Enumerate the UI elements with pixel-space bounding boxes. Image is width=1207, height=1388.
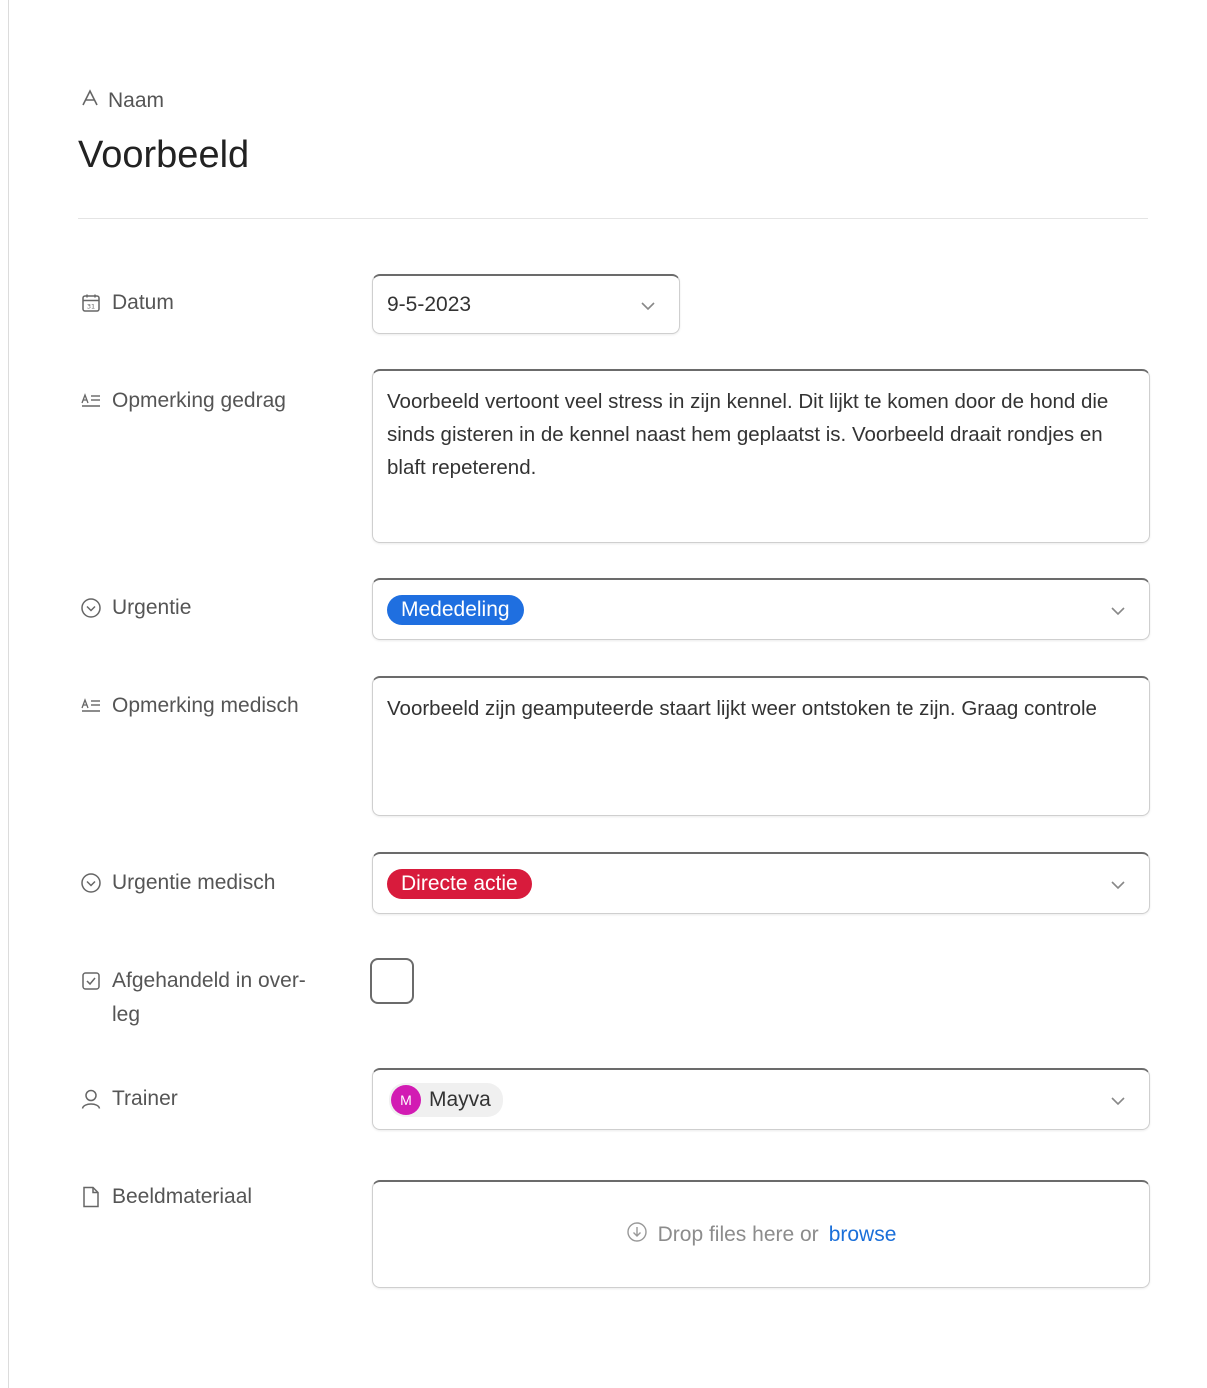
opmerking-gedrag-text: Voorbeeld vertoont veel stress in zijn k…: [387, 390, 1109, 479]
afgehandeld-label-line1: Afgehandeld in over-: [112, 969, 306, 992]
chevron-down-icon: [639, 299, 657, 317]
opmerking-medisch-label: Opmerking medisch: [80, 689, 299, 723]
chevron-down-icon: [1109, 878, 1127, 896]
chevron-down-icon: [1109, 1094, 1127, 1112]
single-select-icon: [80, 866, 102, 900]
dropzone-content: Drop files here or browse: [373, 1182, 1149, 1287]
urgentie-medisch-pill: Directe actie: [387, 868, 532, 899]
header-divider: [78, 218, 1148, 219]
opmerking-gedrag-textarea[interactable]: Voorbeeld vertoont veel stress in zijn k…: [372, 369, 1150, 543]
long-text-icon: [80, 689, 102, 723]
trainer-value-wrap: M Mayva: [389, 1070, 503, 1129]
opmerking-medisch-textarea[interactable]: Voorbeeld zijn geamputeerde staart lijkt…: [372, 676, 1150, 816]
urgentie-medisch-value-wrap: Directe actie: [387, 854, 532, 913]
avatar: M: [391, 1084, 421, 1115]
urgentie-value-wrap: Mededeling: [387, 580, 524, 639]
beeldmateriaal-dropzone[interactable]: Drop files here or browse: [372, 1180, 1150, 1288]
trainer-label-text: Trainer: [112, 1087, 178, 1110]
trainer-select[interactable]: M Mayva: [372, 1068, 1150, 1130]
name-field-label: Naam: [80, 88, 164, 114]
browse-link[interactable]: browse: [829, 1223, 897, 1247]
trainer-label: Trainer: [80, 1082, 178, 1116]
opmerking-gedrag-label-text: Opmerking gedrag: [112, 389, 286, 412]
long-text-icon: [80, 384, 102, 418]
beeldmateriaal-label-text: Beeldmateriaal: [112, 1185, 253, 1208]
datum-label-text: Datum: [112, 291, 174, 314]
name-label-text: Naam: [108, 89, 165, 112]
record-title[interactable]: Voorbeeld: [78, 134, 249, 177]
urgentie-label-text: Urgentie: [112, 596, 192, 619]
datum-label: 31 Datum: [80, 286, 174, 320]
urgentie-label: Urgentie: [80, 591, 191, 625]
datum-date-picker[interactable]: 9-5-2023: [372, 274, 680, 334]
urgentie-medisch-select[interactable]: Directe actie: [372, 852, 1150, 914]
afgehandeld-label-line2: leg: [112, 1003, 141, 1026]
file-icon: [80, 1180, 102, 1214]
opmerking-medisch-label-text: Opmerking medisch: [112, 694, 299, 717]
datum-value: 9-5-2023: [387, 292, 472, 316]
drop-files-text: Drop files here or: [657, 1222, 819, 1246]
upload-arrow-icon: [626, 1221, 648, 1249]
opmerking-medisch-text: Voorbeeld zijn geamputeerde staart lijkt…: [387, 697, 1097, 720]
afgehandeld-label: Afgehandeld in over- leg: [80, 964, 306, 1032]
urgentie-select[interactable]: Mededeling: [372, 578, 1150, 640]
opmerking-gedrag-label: Opmerking gedrag: [80, 384, 286, 418]
trainer-chip: M Mayva: [389, 1082, 503, 1117]
urgentie-medisch-label-text: Urgentie medisch: [112, 871, 276, 894]
calendar-icon: 31: [80, 286, 102, 320]
user-icon: [80, 1082, 102, 1116]
trainer-name: Mayva: [429, 1087, 491, 1111]
afgehandeld-label-text: Afgehandeld in over- leg: [112, 964, 306, 1032]
urgentie-medisch-label: Urgentie medisch: [80, 866, 275, 900]
left-border: [8, 0, 9, 1388]
text-type-icon: [80, 88, 100, 114]
afgehandeld-checkbox[interactable]: [370, 958, 414, 1004]
checkbox-icon: [80, 964, 102, 998]
chevron-down-icon: [1109, 604, 1127, 622]
single-select-icon: [80, 591, 102, 625]
beeldmateriaal-label: Beeldmateriaal: [80, 1180, 252, 1214]
urgentie-pill: Mededeling: [387, 594, 524, 625]
svg-text:31: 31: [87, 303, 95, 311]
